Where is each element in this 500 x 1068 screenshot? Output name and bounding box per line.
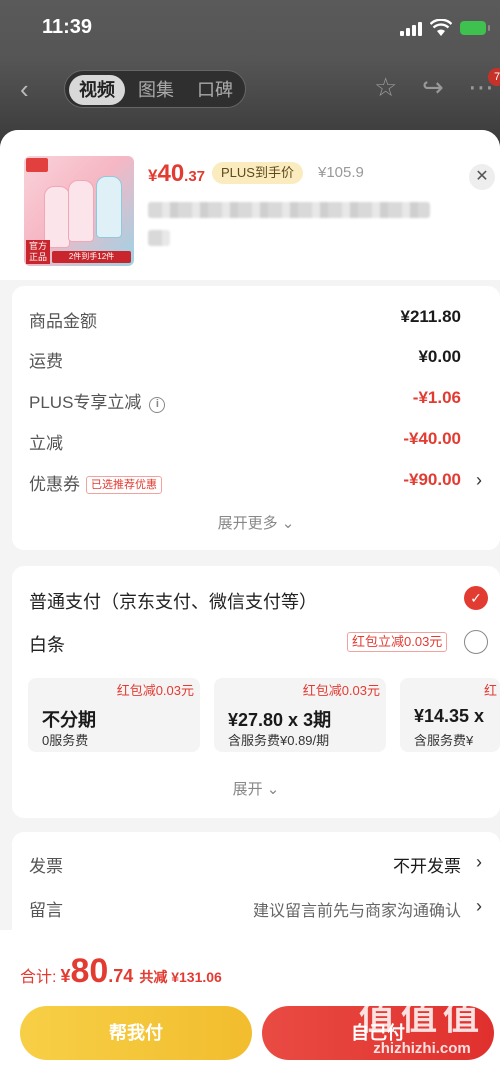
- message-label: 留言: [29, 901, 63, 920]
- price-summary-card: 商品金额 ¥211.80 运费 ¥0.00 PLUS专享立减 i -¥1.06 立…: [12, 286, 500, 550]
- message-input[interactable]: 建议留言前先与商家沟通确认: [253, 897, 461, 921]
- star-icon[interactable]: ☆: [374, 72, 397, 103]
- message-badge: 7: [488, 68, 500, 86]
- site-watermark: 值值值 zhizhizhi.com: [358, 996, 485, 1057]
- row-label-coupon[interactable]: 优惠券 已选推荐优惠: [29, 470, 162, 495]
- media-tabs: 视频 图集 口碑: [64, 70, 246, 108]
- product-title-blurred: [148, 230, 170, 246]
- official-badge: 官方正品: [26, 240, 50, 264]
- row-value-discount: -¥40.00: [403, 429, 461, 448]
- payment-card: 普通支付（京东支付、微信支付等） ✓ 白条 红包立减0.03元 红包减0.03元…: [12, 566, 500, 818]
- product-price: ¥40.37: [148, 160, 206, 187]
- status-time: 11:39: [42, 16, 93, 38]
- product-summary: 官方正品 2件到手12件 ¥40.37 PLUS到手价 ¥105.9: [0, 130, 500, 280]
- tab-reviews[interactable]: 口碑: [187, 75, 243, 105]
- row-label-goods: 商品金额: [29, 312, 97, 331]
- background-nav: ‹ 视频 图集 口碑 ☆ ↪ ⋯ 7: [0, 64, 500, 114]
- bottle-image: [96, 176, 122, 238]
- product-thumbnail: 官方正品 2件到手12件: [24, 156, 134, 266]
- row-label-shipping: 运费: [29, 352, 63, 371]
- bottle-image: [68, 180, 94, 242]
- close-icon[interactable]: ✕: [469, 164, 495, 190]
- share-icon[interactable]: ↪: [422, 72, 444, 103]
- row-value-coupon[interactable]: -¥90.00: [403, 470, 461, 490]
- installment-option[interactable]: 红包减0.03元 ¥27.80 x 3期 含服务费¥0.89/期: [214, 678, 386, 752]
- normal-payment-option[interactable]: 普通支付（京东支付、微信支付等）: [29, 588, 317, 614]
- back-icon[interactable]: ‹: [20, 74, 29, 105]
- info-icon[interactable]: i: [149, 397, 166, 413]
- invoice-value[interactable]: 不开发票: [393, 852, 461, 877]
- tab-gallery[interactable]: 图集: [128, 75, 184, 105]
- row-value-shipping: ¥0.00: [418, 347, 461, 366]
- installment-option[interactable]: 红包减0.03元 不分期 0服务费: [28, 678, 200, 752]
- baitiao-radio[interactable]: [464, 630, 488, 654]
- chevron-right-icon[interactable]: ›: [476, 470, 482, 491]
- total-saved: 共减 ¥131.06: [139, 969, 222, 985]
- product-title-blurred: [148, 202, 430, 218]
- bottle-image: [44, 186, 70, 248]
- brand-logo: [26, 158, 48, 172]
- baitiao-option[interactable]: 白条: [29, 631, 65, 657]
- tab-video[interactable]: 视频: [69, 75, 125, 105]
- installment-option[interactable]: 红 ¥14.35 x 含服务费¥: [400, 678, 500, 752]
- baitiao-promo-tag: 红包立减0.03元: [347, 632, 448, 652]
- checkmark-icon[interactable]: ✓: [464, 586, 488, 610]
- row-label-plus-discount: PLUS专享立减 i: [29, 388, 166, 413]
- wifi-icon: [430, 19, 452, 36]
- signal-icon: [400, 22, 424, 36]
- invoice-label: 发票: [29, 857, 63, 876]
- chevron-right-icon[interactable]: ›: [476, 852, 482, 873]
- expand-more-button[interactable]: 展开更多 ⌄: [12, 512, 500, 533]
- battery-icon: [460, 21, 490, 35]
- status-bar: 11:39: [0, 0, 500, 60]
- bottom-bar: 合计: ¥80.74 共减 ¥131.06 帮我付 自己付 值值值 zhizhizh…: [0, 930, 500, 1068]
- original-price: ¥105.9: [318, 164, 364, 181]
- expand-button[interactable]: 展开 ⌄: [12, 778, 500, 799]
- help-me-pay-button[interactable]: 帮我付: [20, 1006, 252, 1060]
- chevron-right-icon[interactable]: ›: [476, 896, 482, 917]
- coupon-tag: 已选推荐优惠: [86, 476, 162, 494]
- plus-price-tag: PLUS到手价: [212, 162, 303, 184]
- row-value-goods: ¥211.80: [400, 307, 461, 326]
- checkout-sheet: 官方正品 2件到手12件 ¥40.37 PLUS到手价 ¥105.9 ✕ 商品金…: [0, 130, 500, 1068]
- promo-strip: 2件到手12件: [52, 251, 131, 263]
- row-value-plus-discount: -¥1.06: [412, 388, 461, 407]
- row-label-discount: 立减: [29, 434, 63, 453]
- order-total: 合计: ¥80.74 共减 ¥131.06: [20, 952, 222, 990]
